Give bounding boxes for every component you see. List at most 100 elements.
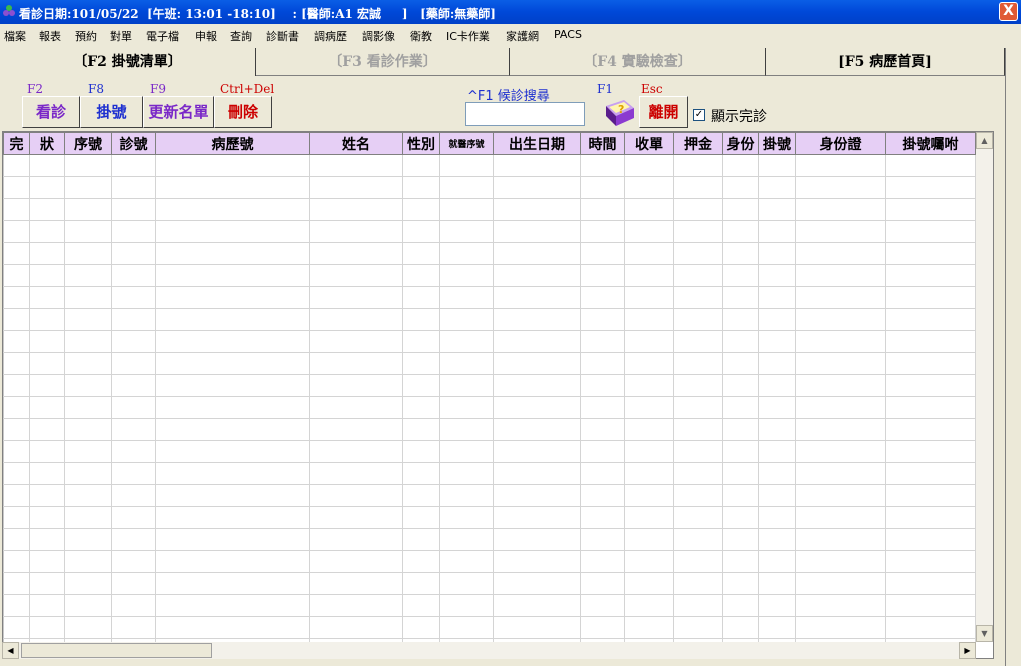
table-cell[interactable]: [795, 374, 886, 397]
table-cell[interactable]: [309, 352, 403, 375]
table-row[interactable]: [3, 550, 976, 573]
menu-reconcile[interactable]: 對單: [110, 28, 132, 44]
table-cell[interactable]: [402, 396, 440, 419]
table-cell[interactable]: [402, 308, 440, 331]
table-cell[interactable]: [795, 484, 886, 507]
table-cell[interactable]: [673, 242, 723, 265]
show-done-checkbox[interactable]: ✓: [693, 109, 705, 121]
table-cell[interactable]: [402, 550, 440, 573]
table-cell[interactable]: [111, 418, 156, 441]
table-cell[interactable]: [673, 308, 723, 331]
table-cell[interactable]: [758, 440, 796, 463]
table-cell[interactable]: [3, 374, 30, 397]
table-cell[interactable]: [722, 308, 759, 331]
table-cell[interactable]: [29, 396, 65, 419]
table-cell[interactable]: [402, 484, 440, 507]
help-button[interactable]: ?: [600, 96, 638, 130]
table-cell[interactable]: [722, 352, 759, 375]
table-cell[interactable]: [885, 352, 976, 375]
table-cell[interactable]: [885, 308, 976, 331]
col-header-done[interactable]: 完: [3, 132, 30, 155]
table-cell[interactable]: [624, 418, 674, 441]
table-cell[interactable]: [885, 528, 976, 551]
table-cell[interactable]: [3, 440, 30, 463]
table-cell[interactable]: [885, 242, 976, 265]
table-cell[interactable]: [309, 330, 403, 353]
table-cell[interactable]: [3, 594, 30, 617]
table-cell[interactable]: [758, 462, 796, 485]
table-cell[interactable]: [3, 264, 30, 287]
table-cell[interactable]: [309, 484, 403, 507]
table-cell[interactable]: [758, 396, 796, 419]
table-cell[interactable]: [64, 198, 112, 221]
table-cell[interactable]: [3, 198, 30, 221]
table-cell[interactable]: [439, 374, 494, 397]
table-cell[interactable]: [111, 330, 156, 353]
table-cell[interactable]: [309, 220, 403, 243]
table-cell[interactable]: [111, 506, 156, 529]
table-cell[interactable]: [493, 616, 581, 639]
table-cell[interactable]: [624, 484, 674, 507]
table-cell[interactable]: [29, 616, 65, 639]
table-row[interactable]: [3, 506, 976, 529]
table-cell[interactable]: [673, 594, 723, 617]
table-cell[interactable]: [795, 418, 886, 441]
table-cell[interactable]: [3, 330, 30, 353]
table-cell[interactable]: [758, 286, 796, 309]
table-row[interactable]: [3, 330, 976, 353]
table-cell[interactable]: [885, 330, 976, 353]
table-cell[interactable]: [758, 308, 796, 331]
table-cell[interactable]: [722, 440, 759, 463]
table-cell[interactable]: [64, 264, 112, 287]
table-cell[interactable]: [673, 352, 723, 375]
table-cell[interactable]: [885, 484, 976, 507]
table-cell[interactable]: [795, 330, 886, 353]
table-cell[interactable]: [29, 374, 65, 397]
table-cell[interactable]: [402, 418, 440, 441]
table-cell[interactable]: [795, 528, 886, 551]
table-cell[interactable]: [111, 484, 156, 507]
table-cell[interactable]: [29, 264, 65, 287]
table-cell[interactable]: [64, 176, 112, 199]
table-cell[interactable]: [309, 594, 403, 617]
table-cell[interactable]: [29, 506, 65, 529]
table-row[interactable]: [3, 418, 976, 441]
table-cell[interactable]: [3, 572, 30, 595]
table-cell[interactable]: [885, 374, 976, 397]
table-cell[interactable]: [309, 374, 403, 397]
table-cell[interactable]: [624, 264, 674, 287]
table-cell[interactable]: [402, 616, 440, 639]
menu-file[interactable]: 檔案: [4, 28, 26, 44]
table-cell[interactable]: [155, 264, 310, 287]
tab-consultation[interactable]: 〔F3 看診作業〕: [256, 48, 510, 76]
table-cell[interactable]: [673, 286, 723, 309]
col-header-time[interactable]: 時間: [580, 132, 625, 155]
table-cell[interactable]: [580, 308, 625, 331]
table-cell[interactable]: [439, 418, 494, 441]
table-cell[interactable]: [402, 264, 440, 287]
table-cell[interactable]: [624, 176, 674, 199]
table-cell[interactable]: [885, 176, 976, 199]
table-cell[interactable]: [722, 506, 759, 529]
table-cell[interactable]: [155, 396, 310, 419]
table-cell[interactable]: [64, 440, 112, 463]
table-cell[interactable]: [402, 352, 440, 375]
table-cell[interactable]: [493, 506, 581, 529]
menu-education[interactable]: 衛教: [410, 28, 432, 44]
table-cell[interactable]: [439, 440, 494, 463]
col-header-identity[interactable]: 身份: [722, 132, 759, 155]
table-cell[interactable]: [580, 264, 625, 287]
table-cell[interactable]: [580, 396, 625, 419]
table-cell[interactable]: [402, 286, 440, 309]
table-cell[interactable]: [3, 528, 30, 551]
table-cell[interactable]: [64, 418, 112, 441]
col-header-receipt[interactable]: 收單: [624, 132, 674, 155]
table-cell[interactable]: [439, 264, 494, 287]
table-cell[interactable]: [309, 572, 403, 595]
table-cell[interactable]: [580, 528, 625, 551]
table-cell[interactable]: [758, 506, 796, 529]
table-cell[interactable]: [64, 506, 112, 529]
table-cell[interactable]: [64, 374, 112, 397]
table-cell[interactable]: [885, 154, 976, 177]
table-cell[interactable]: [885, 396, 976, 419]
